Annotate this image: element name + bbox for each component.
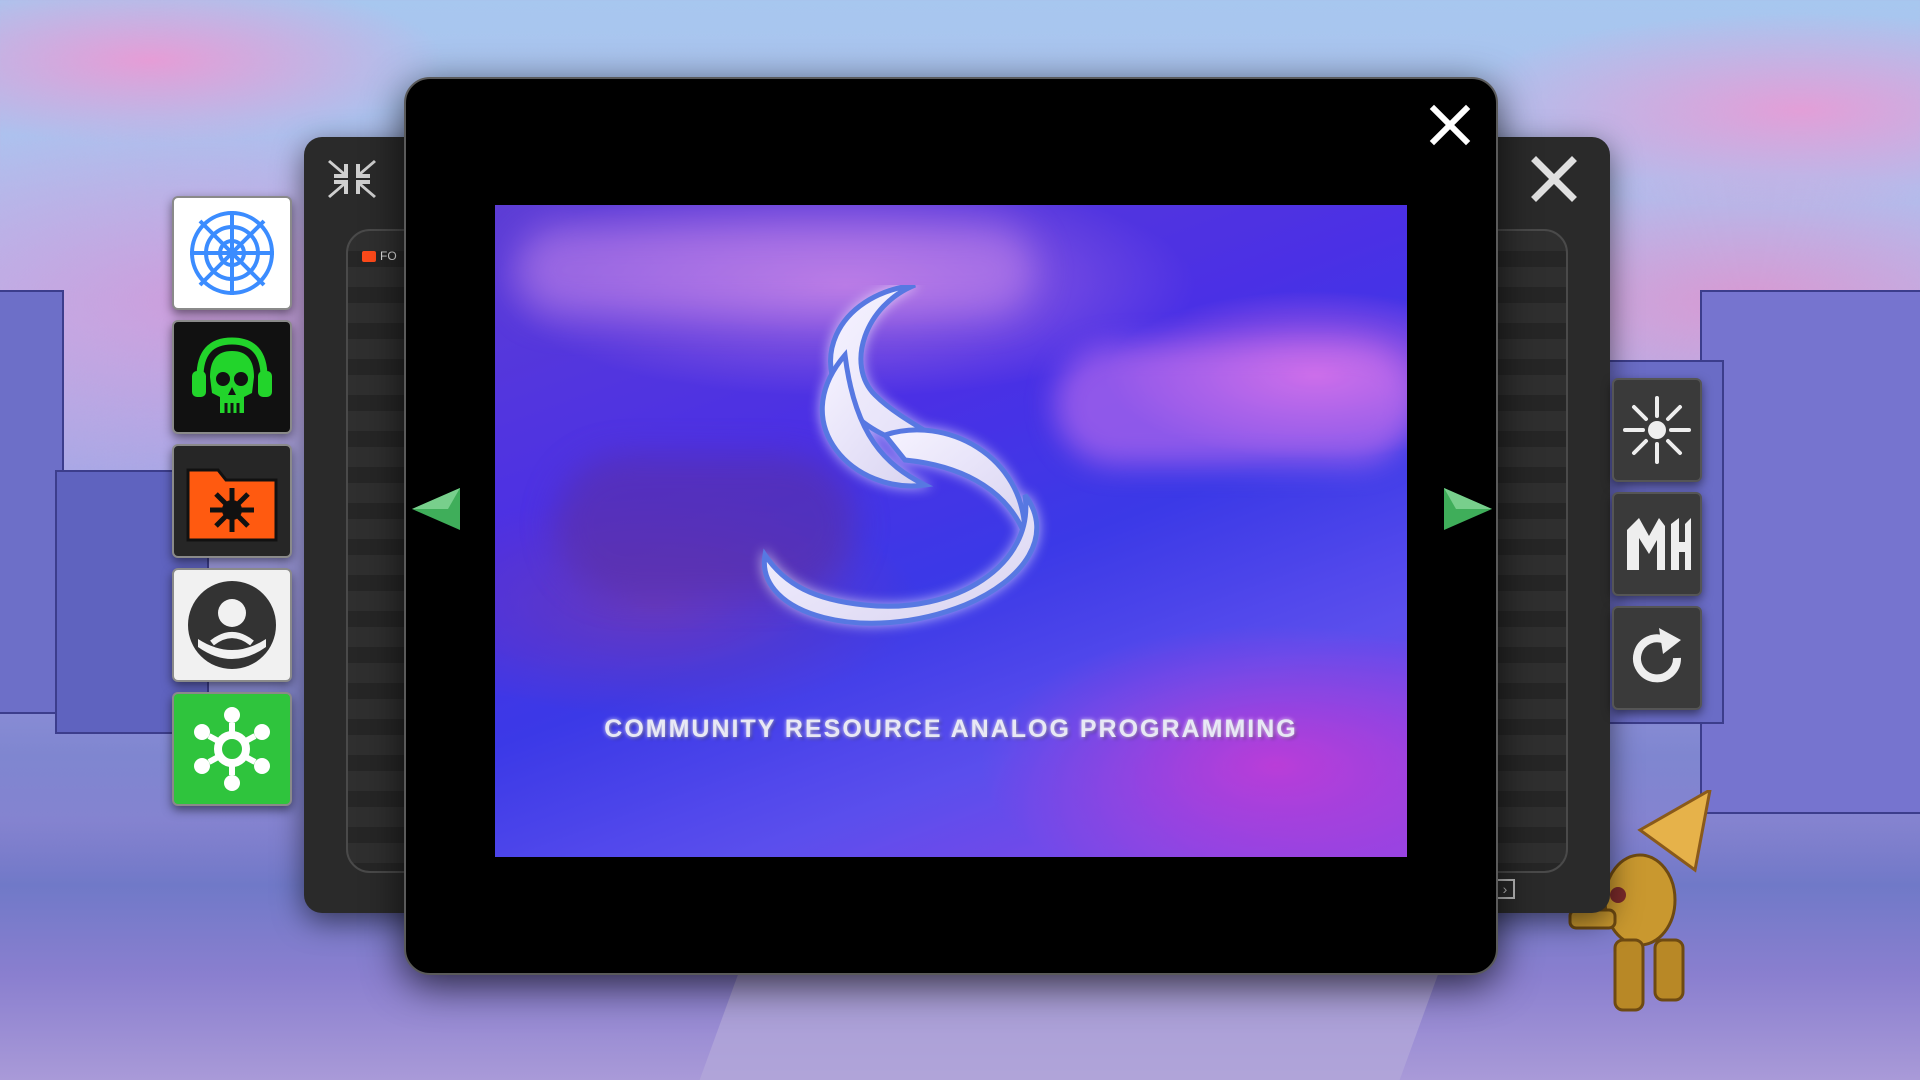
sunburst-icon	[1623, 396, 1691, 464]
refresh-icon	[1633, 628, 1682, 683]
dock-sparkle-button[interactable]	[1612, 378, 1702, 482]
skull-headphones-icon	[192, 337, 272, 413]
swirl-s-logo-icon	[761, 285, 1040, 626]
dock-logo-button[interactable]	[1612, 492, 1702, 596]
folder-icon	[362, 250, 376, 262]
video-caption: COMMUNITY RESOURCE ANALOG PROGRAMMING	[604, 715, 1298, 743]
dock-settings-button[interactable]	[172, 692, 292, 806]
folder-tab[interactable]: FO	[362, 249, 397, 263]
folder-tab-label: FO	[380, 249, 397, 263]
media-viewer-window[interactable]: COMMUNITY RESOURCE ANALOG PROGRAMMING	[404, 77, 1498, 975]
collapse-arrows-icon[interactable]	[326, 153, 378, 205]
dock-user-button[interactable]	[172, 568, 292, 682]
stone-path	[699, 968, 1441, 1080]
biohazard-folder-icon	[186, 468, 278, 542]
spider-web-icon	[190, 211, 274, 295]
user-circle-icon	[188, 581, 276, 669]
building-left	[0, 290, 64, 714]
close-icon[interactable]	[1424, 99, 1476, 151]
dock-refresh-button[interactable]	[1612, 606, 1702, 710]
resize-corner-icon[interactable]: ›	[1495, 879, 1515, 899]
close-icon[interactable]	[1528, 153, 1580, 205]
dock-web-button[interactable]	[172, 196, 292, 310]
dock-folder-button[interactable]	[172, 444, 292, 558]
snowflake-gear-icon	[194, 707, 270, 791]
arrow-right-icon[interactable]	[1438, 484, 1494, 534]
building-right	[1700, 290, 1920, 814]
dock-skull-button[interactable]	[172, 320, 292, 434]
mh-logo-icon	[1627, 518, 1691, 570]
arrow-left-icon[interactable]	[410, 484, 466, 534]
video-frame: COMMUNITY RESOURCE ANALOG PROGRAMMING	[495, 205, 1407, 857]
